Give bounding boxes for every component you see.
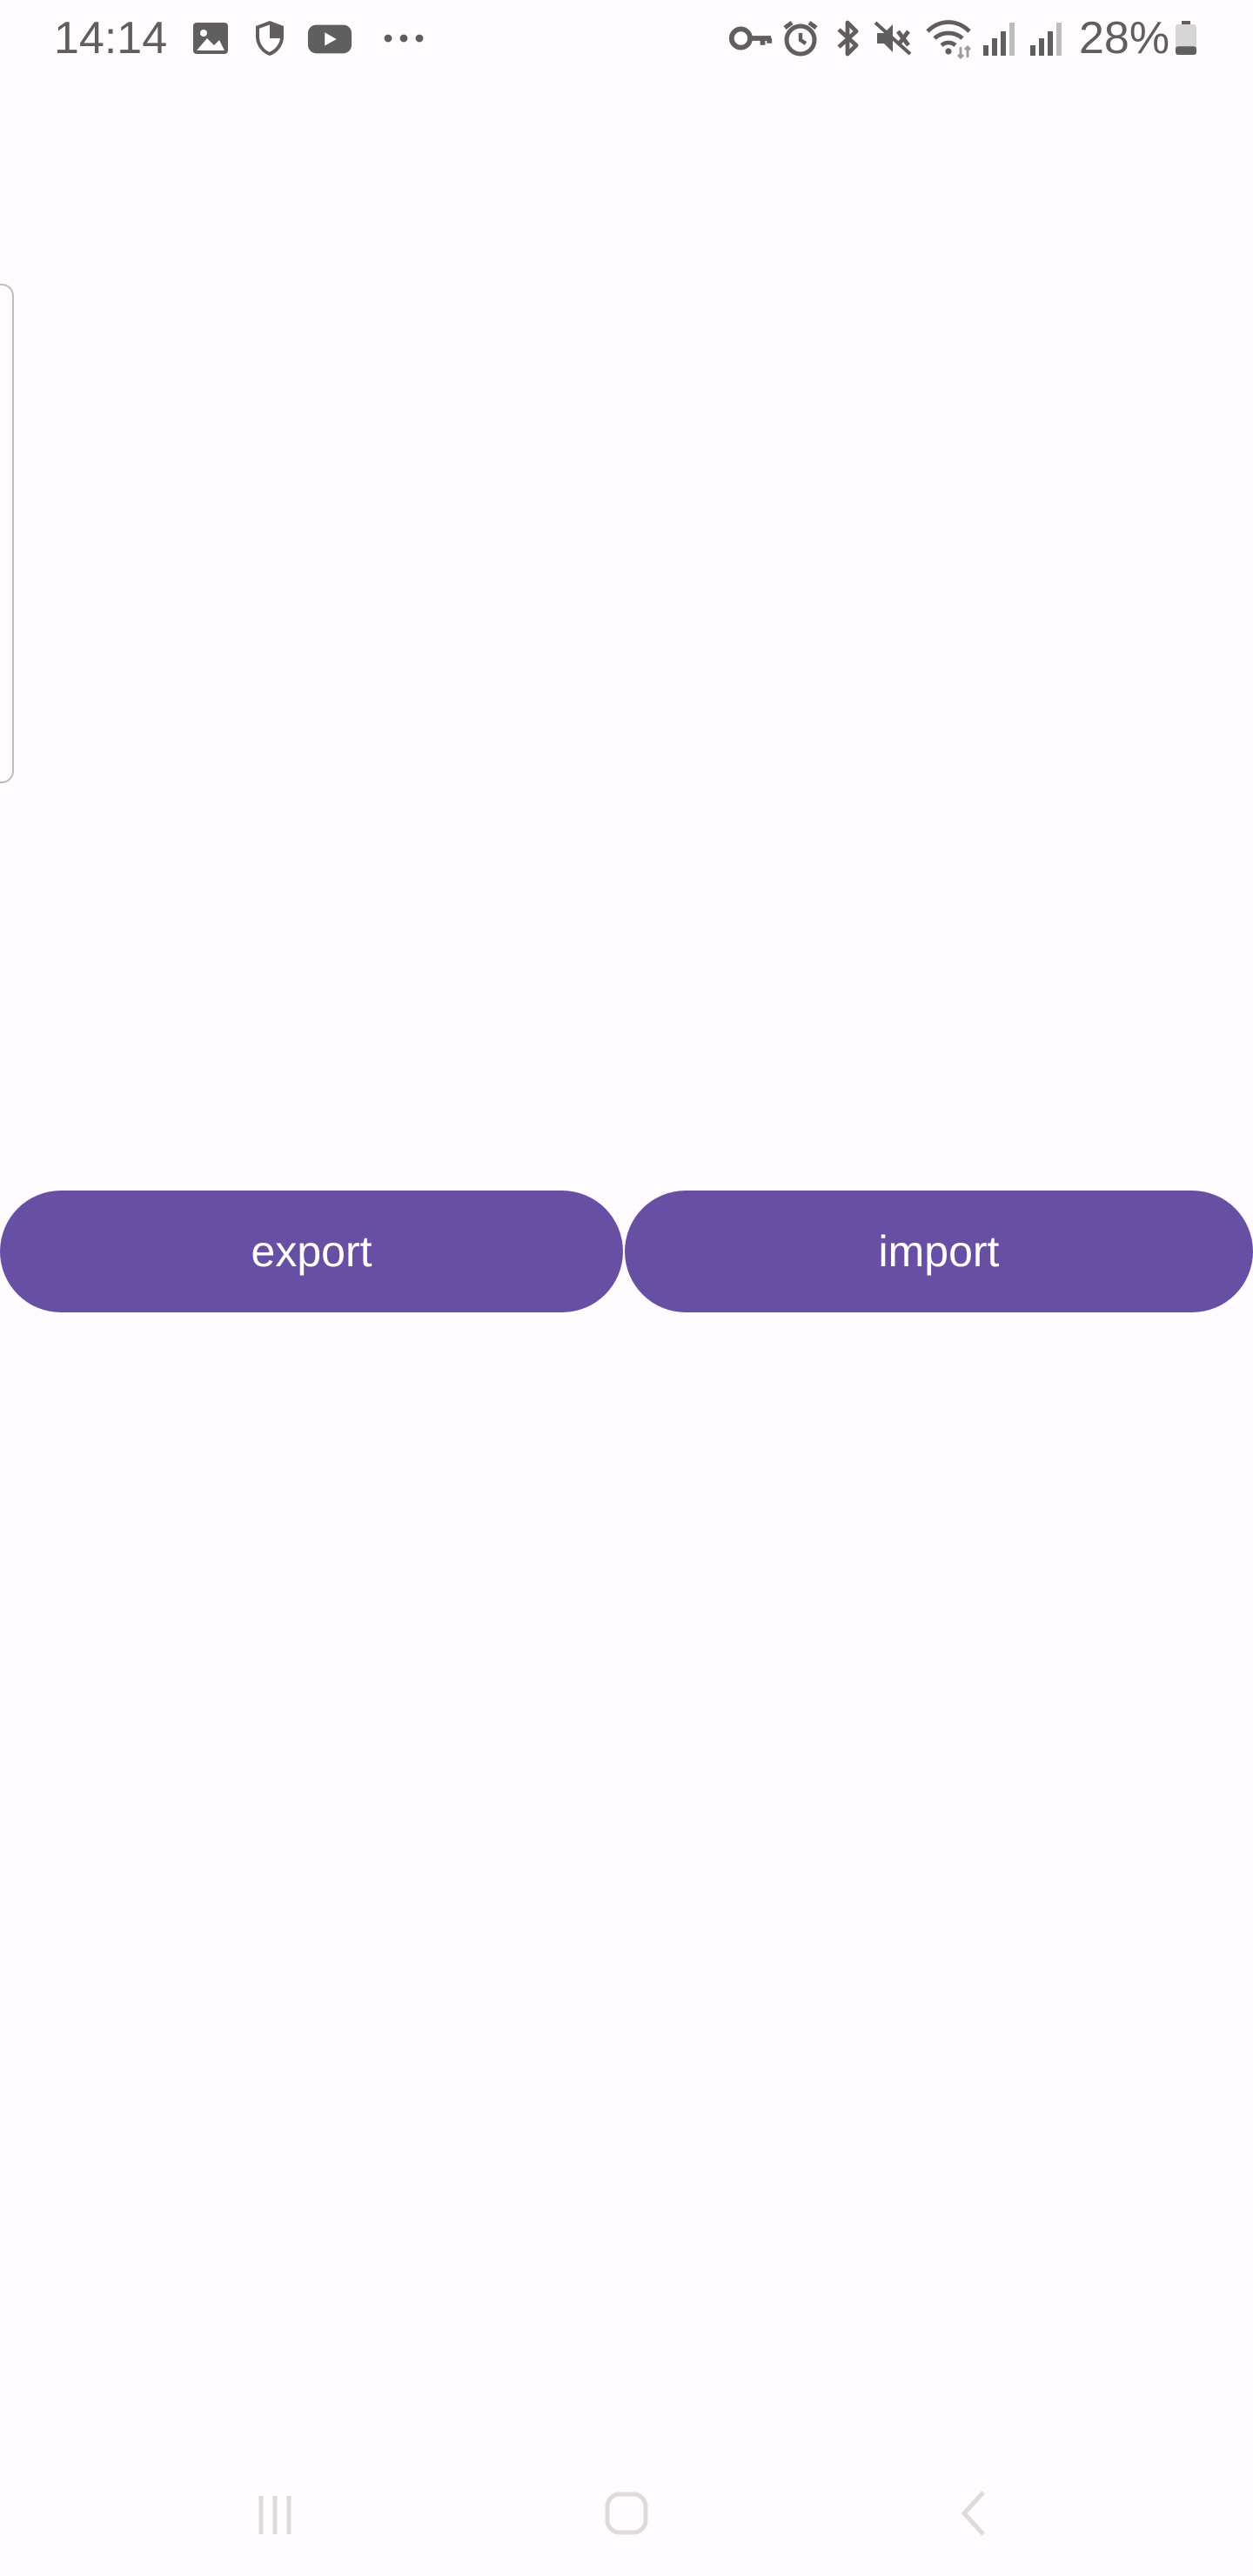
gallery-icon [190,17,231,59]
vpn-key-icon [727,17,774,59]
youtube-icon [306,17,353,59]
wifi-icon [924,17,973,59]
recent-apps-icon[interactable] [240,2479,310,2548]
battery-icon [1175,21,1197,56]
alarm-icon [780,17,821,59]
back-icon[interactable] [940,2479,1009,2548]
import-button[interactable]: import [625,1191,1253,1312]
status-bar: 14:14 28% [0,0,1253,75]
status-time: 14:14 [54,13,168,64]
more-notifications-icon [379,17,428,59]
export-button[interactable]: export [0,1191,623,1312]
edge-panel-handle[interactable] [0,284,14,783]
signal-icon [978,17,1020,59]
home-icon[interactable] [592,2479,661,2548]
bluetooth-icon [827,17,868,59]
signal-icon [1025,17,1067,59]
mute-icon [872,17,914,59]
shield-icon [249,17,291,59]
navigation-bar [0,2454,1253,2576]
battery-percent: 28% [1079,13,1170,64]
